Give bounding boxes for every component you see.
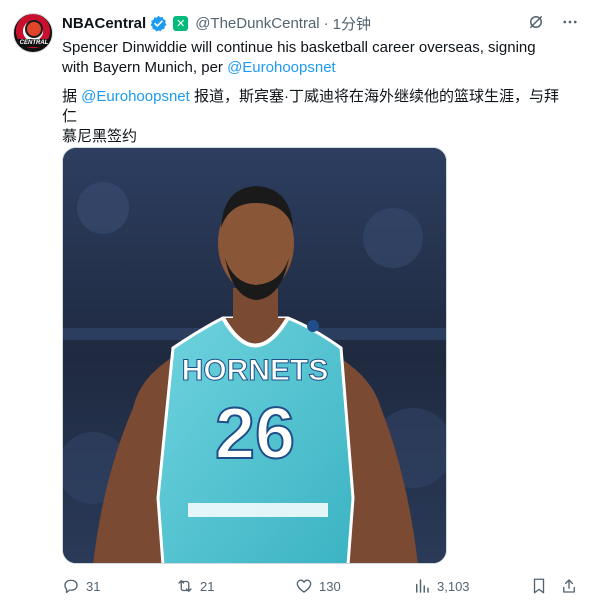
reply-icon — [64, 579, 78, 594]
jersey-number: 26 — [215, 394, 295, 474]
tweet-text-line: 据 @Eurohoopsnet 报道，斯宾塞·丁威迪将在海外继续他的篮球生涯，与… — [62, 87, 572, 127]
bookmark-icon — [533, 578, 545, 594]
tweet-text-segment: with Bayern Munich, per — [62, 59, 228, 76]
affiliate-badge-icon: ✕ — [173, 15, 189, 31]
more-icon[interactable] — [561, 13, 579, 31]
tweet-timestamp[interactable]: 1分钟 — [333, 13, 371, 34]
repost-count: 21 — [200, 578, 215, 594]
tweet-text-chinese: 据 @Eurohoopsnet 报道，斯宾塞·丁威迪将在海外继续他的篮球生涯，与… — [62, 87, 572, 147]
jersey-team-name: HORNETS — [182, 354, 329, 387]
author-handle[interactable]: @TheDunkCentral — [195, 15, 319, 32]
separator-dot: · — [323, 14, 329, 32]
verified-badge-icon — [150, 15, 167, 32]
avatar-ball-icon — [25, 20, 43, 38]
repost-icon — [178, 580, 192, 592]
tweet-header: NBACentral ✕ @TheDunkCentral · 1分钟 — [62, 13, 371, 33]
like-button[interactable]: 130 — [295, 577, 341, 595]
like-count: 130 — [319, 578, 341, 594]
mention-link[interactable]: @Eurohoopsnet — [81, 88, 190, 105]
reply-button[interactable]: 31 — [62, 577, 100, 595]
tweet-card: CENTRAL NBACentral ✕ @TheDunkCentral · 1… — [0, 0, 593, 606]
views-count: 3,103 — [437, 578, 470, 594]
share-icon — [563, 579, 575, 593]
share-button[interactable] — [560, 577, 578, 595]
tweet-text-english: Spencer Dinwiddie will continue his bask… — [62, 38, 572, 78]
tweet-text-line: with Bayern Munich, per @Eurohoopsnet — [62, 58, 572, 78]
tweet-text-line: Spencer Dinwiddie will continue his bask… — [62, 39, 536, 56]
repost-button[interactable]: 21 — [176, 577, 214, 595]
heart-icon — [296, 579, 312, 593]
bookmark-button[interactable] — [530, 577, 548, 595]
avatar-logo-text: CENTRAL — [17, 39, 51, 47]
author-name[interactable]: NBACentral — [62, 15, 146, 32]
tweet-text-line: 慕尼黑签约 — [62, 128, 138, 145]
grok-icon[interactable] — [527, 13, 545, 31]
tweet-text-segment: 据 — [62, 88, 82, 105]
tweet-photo[interactable]: HORNETS 26 — [62, 147, 447, 564]
mention-link[interactable]: @Eurohoopsnet — [227, 59, 336, 76]
tweet-top-actions — [527, 13, 579, 31]
avatar[interactable]: CENTRAL — [13, 13, 53, 53]
tweet-actions: 31 21 130 3,103 — [62, 577, 582, 599]
views-button[interactable]: 3,103 — [413, 577, 470, 595]
views-chart-icon — [416, 579, 429, 593]
reply-count: 31 — [86, 578, 101, 594]
player-photo-illustration: HORNETS 26 — [63, 148, 446, 563]
